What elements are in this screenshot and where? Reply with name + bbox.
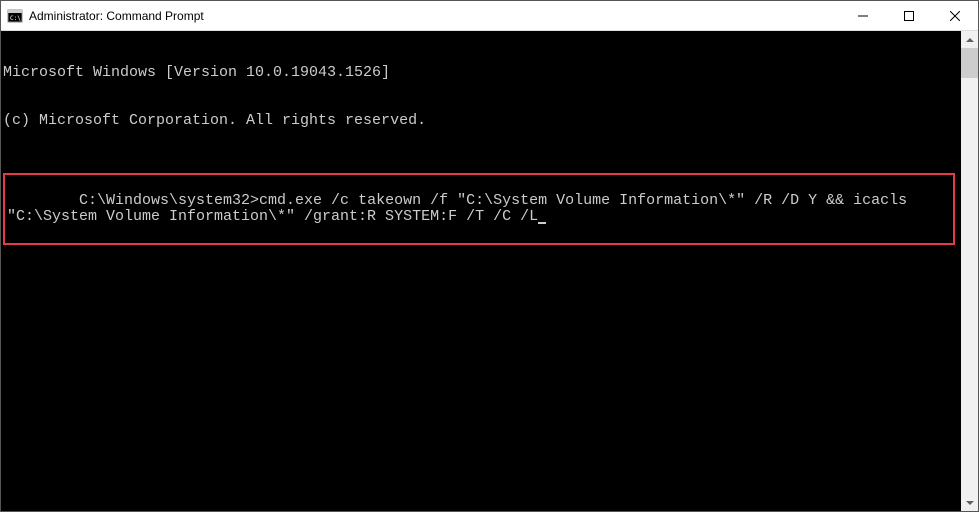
command-prompt-window: C:\ Administrator: Command Prompt Micros… (0, 0, 979, 512)
cmd-icon: C:\ (7, 8, 23, 24)
titlebar[interactable]: C:\ Administrator: Command Prompt (1, 1, 978, 31)
client-area: Microsoft Windows [Version 10.0.19043.15… (1, 31, 978, 511)
minimize-button[interactable] (840, 1, 886, 30)
prompt-and-command: C:\Windows\system32>cmd.exe /c takeown /… (7, 192, 916, 225)
maximize-button[interactable] (886, 1, 932, 30)
window-controls (840, 1, 978, 30)
command-highlight-box: C:\Windows\system32>cmd.exe /c takeown /… (3, 173, 955, 245)
scroll-up-arrow[interactable] (961, 31, 978, 48)
scroll-down-arrow[interactable] (961, 494, 978, 511)
text-cursor (538, 222, 546, 224)
terminal-output[interactable]: Microsoft Windows [Version 10.0.19043.15… (1, 31, 961, 511)
prompt-text: C:\Windows\system32> (79, 192, 259, 209)
vertical-scrollbar[interactable] (961, 31, 978, 511)
scroll-track[interactable] (961, 48, 978, 494)
svg-text:C:\: C:\ (10, 15, 21, 22)
version-line: Microsoft Windows [Version 10.0.19043.15… (3, 65, 961, 81)
scroll-thumb[interactable] (961, 48, 978, 78)
window-title: Administrator: Command Prompt (29, 9, 840, 23)
copyright-line: (c) Microsoft Corporation. All rights re… (3, 113, 961, 129)
close-button[interactable] (932, 1, 978, 30)
